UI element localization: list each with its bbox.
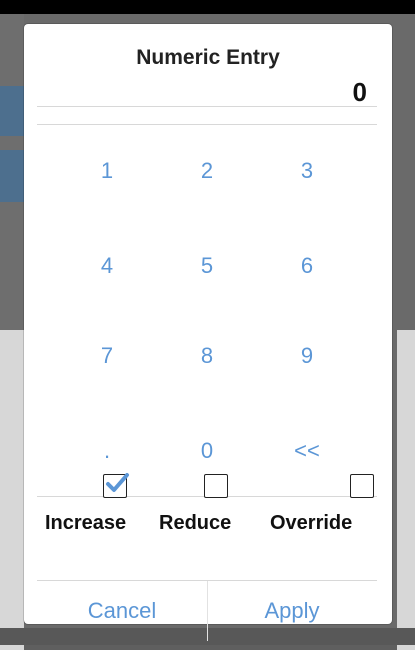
background-blue-block [0,86,24,136]
key-3[interactable]: 3 [257,126,357,216]
override-label[interactable]: Override [270,512,352,535]
keypad: 1 2 3 4 5 6 7 8 9 . 0 << [37,106,377,497]
cancel-button[interactable]: Cancel [37,581,207,641]
reduce-checkbox[interactable] [204,474,228,498]
status-bar [0,0,415,14]
increase-checkbox[interactable] [103,473,129,498]
increase-label[interactable]: Increase [45,512,126,535]
checkmark-icon [106,473,129,492]
adjustment-options: Increase Reduce Override [37,473,377,554]
reduce-label[interactable]: Reduce [159,512,231,535]
background-blue-block [0,150,24,202]
key-7[interactable]: 7 [57,311,157,401]
key-1[interactable]: 1 [57,126,157,216]
dialog-footer: Cancel Apply [37,580,377,641]
override-checkbox[interactable] [350,474,374,498]
key-6[interactable]: 6 [257,221,357,311]
numeric-entry-dialog: Numeric Entry 0 1 2 3 4 5 6 7 8 9 . 0 <<… [24,24,392,641]
key-5[interactable]: 5 [157,221,257,311]
key-9[interactable]: 9 [257,311,357,401]
key-4[interactable]: 4 [57,221,157,311]
background-light-panel [397,330,415,650]
key-2[interactable]: 2 [157,126,257,216]
key-8[interactable]: 8 [157,311,257,401]
apply-button[interactable]: Apply [207,581,377,641]
dialog-title: Numeric Entry [136,46,280,69]
background-light-panel [0,330,24,650]
display-value: 0 [352,77,367,107]
